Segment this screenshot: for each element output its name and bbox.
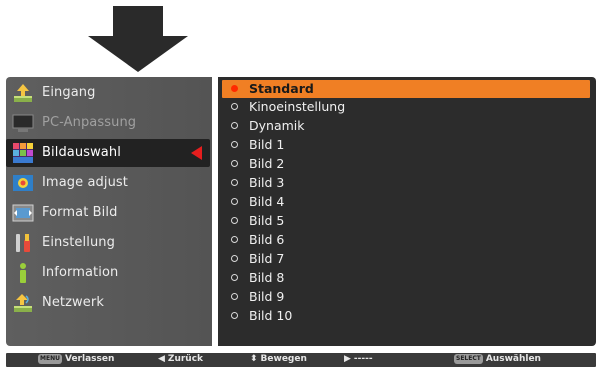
network-icon	[14, 294, 32, 312]
move-hint: ⬍ Bewegen	[250, 354, 307, 364]
radio-dot-icon	[231, 293, 238, 300]
picture-mode-list: Standard Kinoeinstellung Dynamik Bild 1 …	[218, 77, 596, 346]
radio-dot-icon	[231, 103, 238, 110]
next-hint: ▶ -----	[344, 354, 373, 364]
radio-dot-icon	[231, 198, 238, 205]
screen-format-icon	[12, 204, 34, 222]
radio-dot-icon	[231, 274, 238, 281]
list-item[interactable]: Bild 1	[222, 136, 590, 154]
select-key-icon: SELECT	[454, 354, 483, 364]
radio-dot-icon	[231, 179, 238, 186]
exit-hint: MENU Verlassen	[38, 354, 115, 364]
menu-item-label: PC-Anpassung	[42, 115, 137, 130]
menu-item-label: Image adjust	[42, 175, 128, 190]
menu-key-icon: MENU	[38, 354, 62, 364]
help-bar: MENU Verlassen ◀ Zurück ⬍ Bewegen ▶ ----…	[6, 353, 596, 367]
main-menu: Eingang PC-Anpassung Bildauswahl Image a…	[6, 77, 212, 346]
back-hint: ◀ Zurück	[158, 354, 204, 364]
setting-icon	[16, 234, 30, 252]
selection-marker-icon	[191, 146, 202, 160]
list-item[interactable]: Bild 3	[222, 174, 590, 192]
radio-dot-icon	[231, 236, 238, 243]
list-item[interactable]: Bild 5	[222, 212, 590, 230]
menu-item-format-bild[interactable]: Format Bild	[6, 199, 212, 227]
radio-dot-icon	[231, 160, 238, 167]
radio-dot-icon	[231, 217, 238, 224]
list-item[interactable]: Standard	[222, 80, 590, 98]
menu-item-label: Bildauswahl	[42, 145, 121, 160]
menu-item-bildauswahl[interactable]: Bildauswahl	[6, 139, 210, 167]
list-item[interactable]: Bild 7	[222, 250, 590, 268]
up-down-arrow-icon: ⬍	[250, 354, 258, 364]
image-adjust-icon	[13, 175, 33, 191]
list-item[interactable]: Bild 2	[222, 155, 590, 173]
menu-item-einstellung[interactable]: Einstellung	[6, 229, 212, 257]
list-item[interactable]: Dynamik	[222, 117, 590, 135]
list-item[interactable]: Bild 9	[222, 288, 590, 306]
list-item[interactable]: Kinoeinstellung	[222, 98, 590, 116]
list-item[interactable]: Bild 8	[222, 269, 590, 287]
left-arrow-icon: ◀	[158, 354, 165, 364]
menu-item-label: Information	[42, 265, 119, 280]
radio-dot-icon	[231, 85, 238, 92]
menu-item-netzwerk[interactable]: Netzwerk	[6, 289, 212, 317]
menu-item-eingang[interactable]: Eingang	[6, 79, 212, 107]
image-select-icon	[13, 143, 33, 163]
menu-item-pc-anpassung[interactable]: PC-Anpassung	[6, 109, 212, 137]
down-arrow-icon	[88, 6, 188, 72]
monitor-icon	[12, 114, 34, 132]
radio-dot-icon	[231, 312, 238, 319]
menu-item-label: Einstellung	[42, 235, 115, 250]
list-item[interactable]: Bild 6	[222, 231, 590, 249]
input-icon	[14, 84, 32, 102]
radio-dot-icon	[231, 255, 238, 262]
menu-item-image-adjust[interactable]: Image adjust	[6, 169, 212, 197]
menu-item-information[interactable]: Information	[6, 259, 212, 287]
list-item[interactable]: Bild 10	[222, 307, 590, 325]
select-hint: SELECT Auswählen	[454, 354, 541, 364]
list-item[interactable]: Bild 4	[222, 193, 590, 211]
information-icon	[20, 263, 26, 283]
radio-dot-icon	[231, 141, 238, 148]
menu-item-label: Netzwerk	[42, 295, 104, 310]
radio-dot-icon	[231, 122, 238, 129]
right-arrow-icon: ▶	[344, 354, 351, 364]
menu-item-label: Eingang	[42, 85, 96, 100]
menu-item-label: Format Bild	[42, 205, 118, 220]
